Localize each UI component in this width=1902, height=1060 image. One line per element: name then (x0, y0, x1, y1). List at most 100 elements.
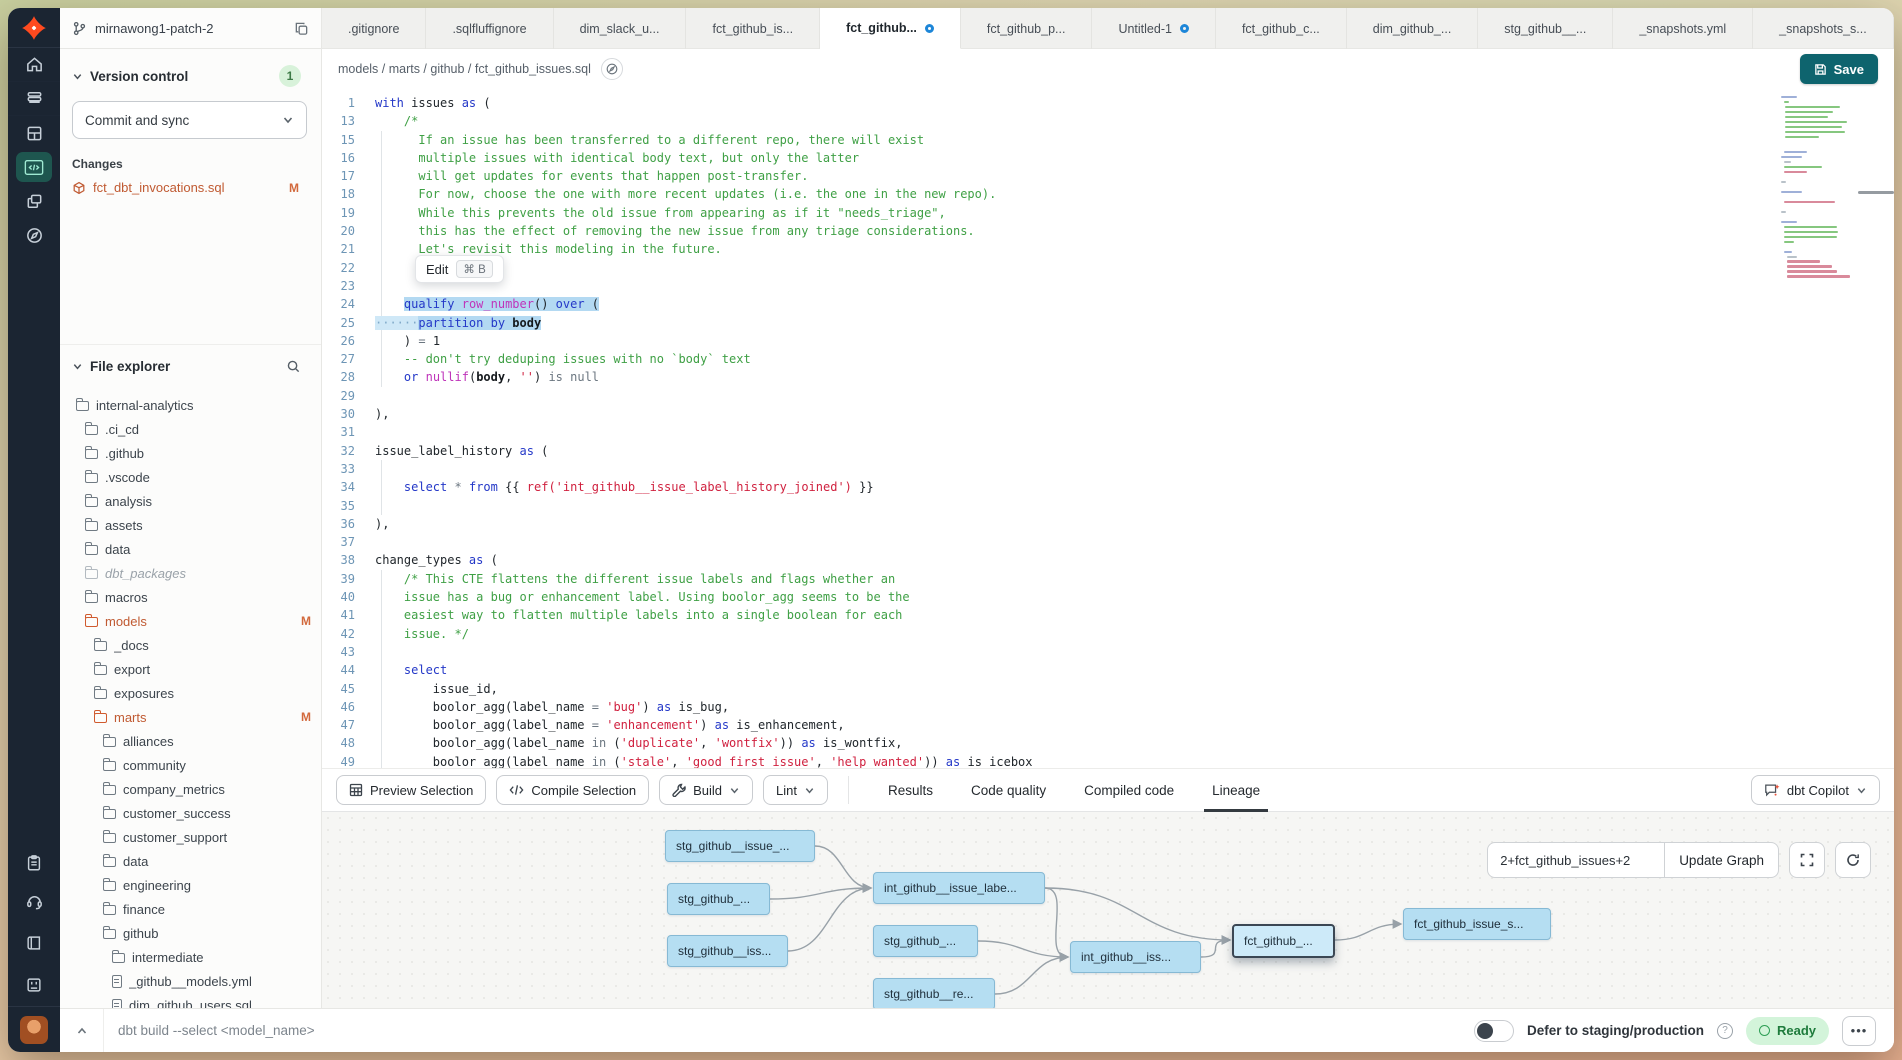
tab-fct_github[interactable]: fct_github... (820, 8, 961, 49)
panel-tab-results[interactable]: Results (884, 769, 937, 812)
changed-file-row[interactable]: fct_dbt_invocations.sql M (60, 175, 321, 200)
file-tree-item[interactable]: engineering (60, 873, 321, 897)
file-tree-item[interactable]: community (60, 753, 321, 777)
tab-Untitled-1[interactable]: Untitled-1 (1092, 8, 1216, 49)
build-button[interactable]: Build (659, 775, 753, 805)
jobs-clipboard-icon[interactable] (8, 846, 60, 880)
file-tree-item[interactable]: github (60, 921, 321, 945)
file-tree-item[interactable]: martsM (60, 705, 321, 729)
file-tree-item[interactable]: intermediate (60, 945, 321, 969)
tab-bar: .gitignore.sqlfluffignoredim_slack_u...f… (322, 8, 1894, 49)
compile-selection-button[interactable]: Compile Selection (496, 775, 649, 805)
lineage-node[interactable]: stg_github_... (873, 925, 978, 957)
changes-label: Changes (72, 157, 309, 171)
tab-dim_github_[interactable]: dim_github_... (1347, 8, 1479, 49)
file-tree-item[interactable]: _docs (60, 633, 321, 657)
version-control-header[interactable]: Version control 1 (60, 49, 321, 95)
lineage-node[interactable]: stg_github_... (667, 883, 770, 915)
lineage-node[interactable]: stg_github__re... (873, 978, 995, 1008)
dbt-copilot-label: dbt Copilot (1787, 783, 1849, 798)
file-explorer-header[interactable]: File explorer (60, 345, 321, 384)
tab-fct_github_p[interactable]: fct_github_p... (961, 8, 1093, 49)
lineage-node[interactable]: stg_github__iss... (667, 935, 788, 967)
file-tree-item[interactable]: company_metrics (60, 777, 321, 801)
projects-icon[interactable] (8, 82, 60, 116)
panel-tab-lineage[interactable]: Lineage (1208, 769, 1264, 812)
code-editor[interactable]: 1with issues as (13 /*15 If an issue has… (322, 88, 1894, 768)
code-token: 1 (426, 334, 440, 348)
scroll-position-marker[interactable] (1858, 191, 1894, 194)
file-tree-item[interactable]: finance (60, 897, 321, 921)
button-label: Compile Selection (531, 783, 636, 798)
file-tree-item[interactable]: customer_success (60, 801, 321, 825)
tab-stg_github__[interactable]: stg_github__... (1478, 8, 1613, 49)
tab-gitignore[interactable]: .gitignore (322, 8, 426, 49)
code-token: is null (548, 370, 599, 384)
dashboard-icon[interactable] (8, 116, 60, 150)
minimap[interactable] (1781, 96, 1849, 280)
more-options-button[interactable]: ••• (1842, 1016, 1876, 1046)
file-tree-item[interactable]: alliances (60, 729, 321, 753)
file-tree-item[interactable]: customer_support (60, 825, 321, 849)
file-tree-item[interactable]: exposures (60, 681, 321, 705)
environments-icon[interactable] (8, 184, 60, 218)
file-tree-item[interactable]: assets (60, 513, 321, 537)
lint-button[interactable]: Lint (763, 775, 828, 805)
commit-and-sync-button[interactable]: Commit and sync (72, 101, 307, 139)
file-tree-item[interactable]: .github (60, 441, 321, 465)
file-tree-item[interactable]: dbt_packages (60, 561, 321, 585)
file-tree-item[interactable]: analysis (60, 489, 321, 513)
search-icon[interactable] (286, 359, 301, 374)
file-tree-item[interactable]: macros (60, 585, 321, 609)
tab-fct_github_is[interactable]: fct_github_is... (686, 8, 820, 49)
file-tree-item[interactable]: .vscode (60, 465, 321, 489)
lineage-node[interactable]: int_github__iss... (1070, 941, 1201, 973)
file-tree-item[interactable]: data (60, 537, 321, 561)
file-tree-item[interactable]: modelsM (60, 609, 321, 633)
node-selector-input[interactable]: 2+fct_github_issues+2 (1488, 843, 1664, 877)
lineage-edge (1335, 924, 1401, 940)
tab-fct_github_c[interactable]: fct_github_c... (1216, 8, 1347, 49)
support-headset-icon[interactable] (8, 880, 60, 922)
refresh-button[interactable] (1835, 842, 1871, 878)
collapse-panel-button[interactable] (60, 1009, 104, 1052)
lineage-node[interactable]: fct_github_issue_s... (1403, 908, 1551, 940)
lineage-node[interactable]: stg_github__issue_... (665, 830, 815, 862)
lineage-node[interactable]: int_github__issue_labe... (873, 872, 1045, 904)
open-in-docs-icon[interactable] (601, 58, 623, 80)
home-icon[interactable] (8, 48, 60, 82)
file-tree-item[interactable]: data (60, 849, 321, 873)
docs-compass-icon[interactable] (8, 218, 60, 252)
tab-_snapshots_s[interactable]: _snapshots_s... (1753, 8, 1894, 49)
file-tree-item[interactable]: _github__models.yml (60, 969, 321, 993)
dbt-copilot-button[interactable]: dbt Copilot (1751, 775, 1880, 805)
fullscreen-button[interactable] (1789, 842, 1825, 878)
help-icon[interactable]: ? (1717, 1023, 1733, 1039)
file-tree-item[interactable]: dim_github_users.sql (60, 993, 321, 1008)
edit-tooltip[interactable]: Edit ⌘ B (415, 255, 504, 283)
panel-tab-code-quality[interactable]: Code quality (967, 769, 1050, 812)
file-tree-item[interactable]: export (60, 657, 321, 681)
update-graph-button[interactable]: Update Graph (1664, 843, 1778, 877)
user-avatar[interactable] (20, 1016, 48, 1044)
save-button[interactable]: Save (1800, 54, 1878, 84)
file-tree-label: community (123, 758, 321, 773)
tab-sqlfluffignore[interactable]: .sqlfluffignore (426, 8, 553, 49)
lineage-node[interactable]: fct_github_... (1232, 924, 1335, 958)
copy-icon[interactable] (294, 21, 309, 36)
command-input[interactable]: dbt build --select <model_name> (118, 1023, 315, 1038)
minimap-line (1781, 221, 1797, 223)
documentation-book-icon[interactable] (8, 922, 60, 964)
dbt-logo-icon[interactable] (8, 8, 60, 48)
file-tree-label: data (123, 854, 321, 869)
defer-toggle[interactable] (1474, 1020, 1514, 1042)
code-editor-icon[interactable] (8, 150, 60, 184)
preview-selection-button[interactable]: Preview Selection (336, 775, 486, 805)
panel-tab-compiled-code[interactable]: Compiled code (1080, 769, 1178, 812)
keyboard-icon[interactable] (8, 964, 60, 1006)
file-tree-item[interactable]: .ci_cd (60, 417, 321, 441)
tab-_snapshotsyml[interactable]: _snapshots.yml (1613, 8, 1753, 49)
line-number: 26 (322, 332, 368, 350)
file-tree-item[interactable]: internal-analytics (60, 393, 321, 417)
tab-dim_slack_u[interactable]: dim_slack_u... (554, 8, 687, 49)
